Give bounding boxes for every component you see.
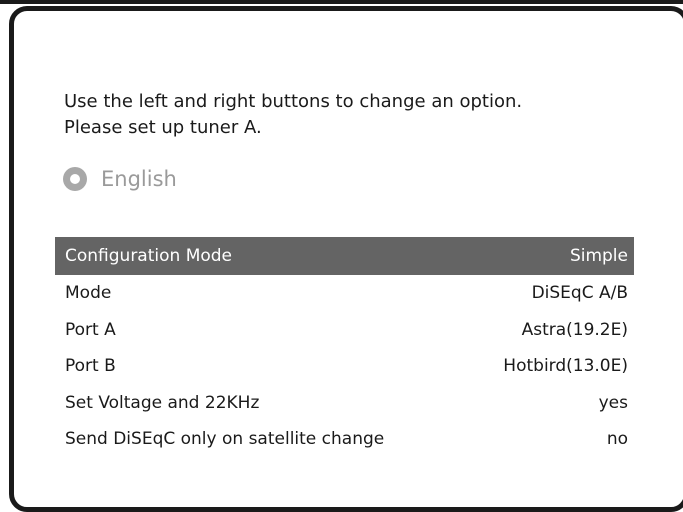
instruction-line-1: Use the left and right buttons to change… <box>64 91 523 112</box>
setting-value: Hotbird(13.0E) <box>503 356 628 377</box>
radio-icon <box>63 167 87 191</box>
setting-voltage-22khz[interactable]: Set Voltage and 22KHz yes <box>55 385 634 422</box>
setting-port-a[interactable]: Port A Astra(19.2E) <box>55 312 634 349</box>
top-border <box>0 0 683 4</box>
setting-label: Port B <box>65 356 116 377</box>
setting-diseqc-on-change[interactable]: Send DiSEqC only on satellite change no <box>55 421 634 458</box>
setting-value: no <box>606 429 628 450</box>
setting-value: Astra(19.2E) <box>521 319 628 340</box>
instruction-line-2: Please set up tuner A. <box>64 117 262 138</box>
setting-value: DiSEqC A/B <box>531 283 628 304</box>
setting-mode[interactable]: Mode DiSEqC A/B <box>55 275 634 312</box>
language-label: English <box>101 167 177 191</box>
setting-configuration-mode[interactable]: Configuration Mode Simple <box>55 237 634 275</box>
setting-label: Set Voltage and 22KHz <box>65 392 260 413</box>
setting-value: Simple <box>569 246 628 266</box>
setting-label: Port A <box>65 319 116 340</box>
settings-list: Configuration Mode Simple Mode DiSEqC A/… <box>55 237 634 458</box>
setting-label: Send DiSEqC only on satellite change <box>65 429 385 450</box>
language-option[interactable]: English <box>63 164 177 194</box>
setting-port-b[interactable]: Port B Hotbird(13.0E) <box>55 348 634 385</box>
setting-value: yes <box>598 392 628 413</box>
setting-label: Configuration Mode <box>65 246 233 266</box>
instructions-text: Use the left and right buttons to change… <box>64 89 522 141</box>
setting-label: Mode <box>65 283 112 304</box>
